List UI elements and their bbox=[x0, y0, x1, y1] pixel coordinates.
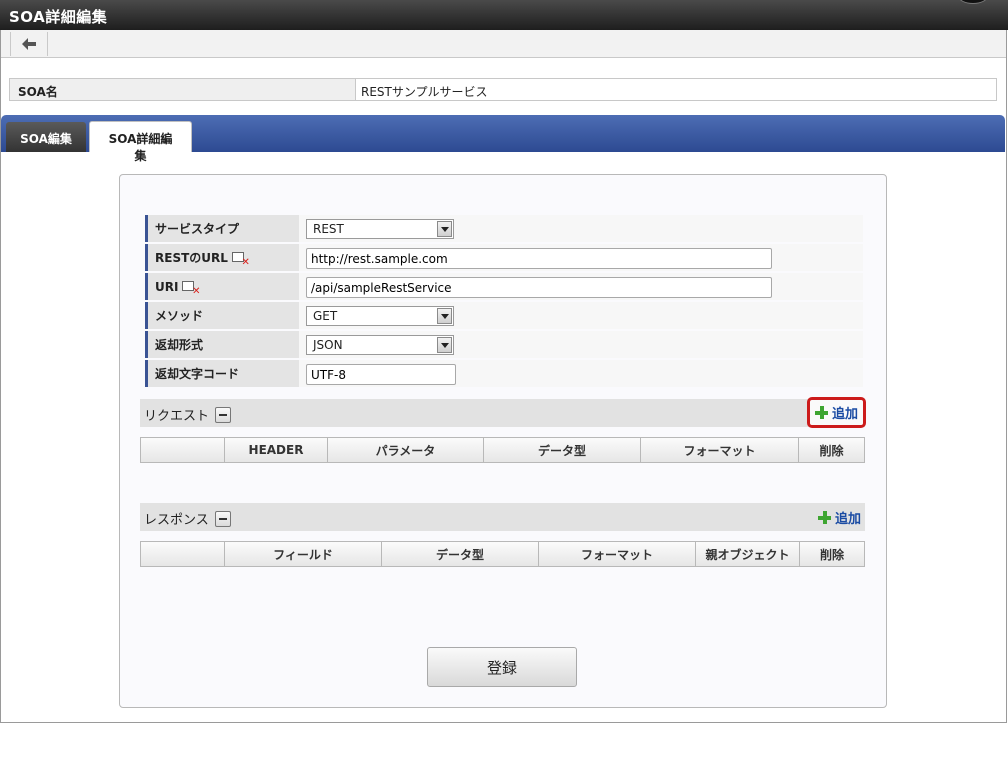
rest-url-label: RESTのURL ✕ bbox=[145, 244, 299, 271]
request-col-select bbox=[141, 438, 225, 462]
return-charset-input[interactable] bbox=[306, 364, 456, 385]
register-button[interactable]: 登録 bbox=[427, 647, 577, 687]
return-format-label: 返却形式 bbox=[145, 331, 299, 358]
collapse-icon[interactable] bbox=[215, 406, 232, 423]
back-button[interactable] bbox=[10, 32, 48, 56]
uri-input[interactable] bbox=[306, 277, 772, 298]
response-col-field: フィールド bbox=[225, 542, 382, 566]
response-section-bar: レスポンス 追加 bbox=[140, 503, 865, 531]
service-type-row: サービスタイプ REST bbox=[145, 215, 863, 242]
response-grid-header: フィールド データ型 フォーマット 親オブジェクト 削除 bbox=[140, 541, 865, 567]
return-charset-label: 返却文字コード bbox=[145, 360, 299, 387]
response-add-button[interactable]: 追加 bbox=[817, 508, 861, 527]
required-icon: ✕ bbox=[231, 251, 250, 267]
soa-name-value: RESTサンプルサービス bbox=[356, 79, 996, 100]
tab-soa-detail-edit[interactable]: SOA詳細編集 bbox=[89, 121, 192, 163]
response-col-select bbox=[141, 542, 225, 566]
service-type-select[interactable]: REST bbox=[306, 219, 454, 239]
response-col-format: フォーマット bbox=[539, 542, 696, 566]
chevron-down-icon bbox=[437, 337, 452, 353]
request-col-datatype: データ型 bbox=[484, 438, 641, 462]
response-section-title: レスポンス bbox=[144, 509, 231, 528]
soa-name-row: SOA名 RESTサンプルサービス bbox=[9, 78, 997, 101]
request-section-title: リクエスト bbox=[144, 405, 232, 424]
return-format-row: 返却形式 JSON bbox=[145, 331, 863, 358]
request-col-header: HEADER bbox=[225, 438, 328, 462]
chevron-down-icon bbox=[437, 308, 452, 324]
title-bar: SOA詳細編集 bbox=[0, 0, 1008, 30]
uri-label-text: URI bbox=[155, 279, 179, 294]
request-col-delete: 削除 bbox=[819, 443, 844, 458]
service-type-label-text: サービスタイプ bbox=[155, 222, 240, 236]
method-selected-value: GET bbox=[313, 309, 338, 323]
request-add-button[interactable]: 追加 bbox=[806, 397, 866, 428]
response-col-parent-object: 親オブジェクト bbox=[696, 542, 800, 566]
request-col-format: フォーマット bbox=[641, 438, 799, 462]
return-charset-label-text: 返却文字コード bbox=[155, 367, 240, 381]
rest-url-input[interactable] bbox=[306, 248, 772, 269]
response-add-label: 追加 bbox=[834, 512, 861, 527]
method-label: メソッド bbox=[145, 302, 299, 329]
service-type-label: サービスタイプ bbox=[145, 215, 299, 242]
back-arrow-icon bbox=[22, 38, 36, 50]
return-format-select[interactable]: JSON bbox=[306, 335, 454, 355]
uri-row: URI ✕ bbox=[145, 273, 863, 300]
window-corner-control[interactable] bbox=[958, 0, 988, 4]
method-row: メソッド GET bbox=[145, 302, 863, 329]
collapse-icon[interactable] bbox=[214, 510, 231, 527]
request-col-parameter: パラメータ bbox=[328, 438, 484, 462]
rest-url-label-text: RESTのURL bbox=[155, 251, 228, 265]
soa-name-label: SOA名 bbox=[10, 79, 356, 100]
request-grid-header: HEADER パラメータ データ型 フォーマット 削除 bbox=[140, 437, 865, 463]
tab-bar: SOA編集 SOA詳細編集 bbox=[1, 115, 1005, 163]
plus-icon bbox=[814, 406, 828, 419]
method-label-text: メソッド bbox=[155, 309, 204, 323]
required-icon: ✕ bbox=[182, 280, 200, 296]
toolbar bbox=[1, 30, 1006, 58]
request-section-bar: リクエスト 追加 bbox=[140, 397, 866, 428]
return-format-selected-value: JSON bbox=[313, 338, 343, 352]
return-format-label-text: 返却形式 bbox=[155, 338, 204, 352]
request-title-text: リクエスト bbox=[144, 409, 210, 424]
tab-soa-edit[interactable]: SOA編集 bbox=[6, 122, 86, 152]
request-add-label: 追加 bbox=[831, 407, 858, 422]
chevron-down-icon bbox=[437, 221, 452, 237]
service-type-selected-value: REST bbox=[313, 222, 344, 236]
response-col-delete: 削除 bbox=[819, 547, 844, 562]
window-title: SOA詳細編集 bbox=[9, 8, 108, 26]
response-title-text: レスポンス bbox=[144, 513, 209, 528]
response-col-datatype: データ型 bbox=[382, 542, 539, 566]
rest-url-row: RESTのURL ✕ bbox=[145, 244, 863, 271]
plus-icon bbox=[817, 511, 831, 524]
method-select[interactable]: GET bbox=[306, 306, 454, 326]
return-charset-row: 返却文字コード bbox=[145, 360, 863, 387]
uri-label: URI ✕ bbox=[145, 273, 299, 300]
